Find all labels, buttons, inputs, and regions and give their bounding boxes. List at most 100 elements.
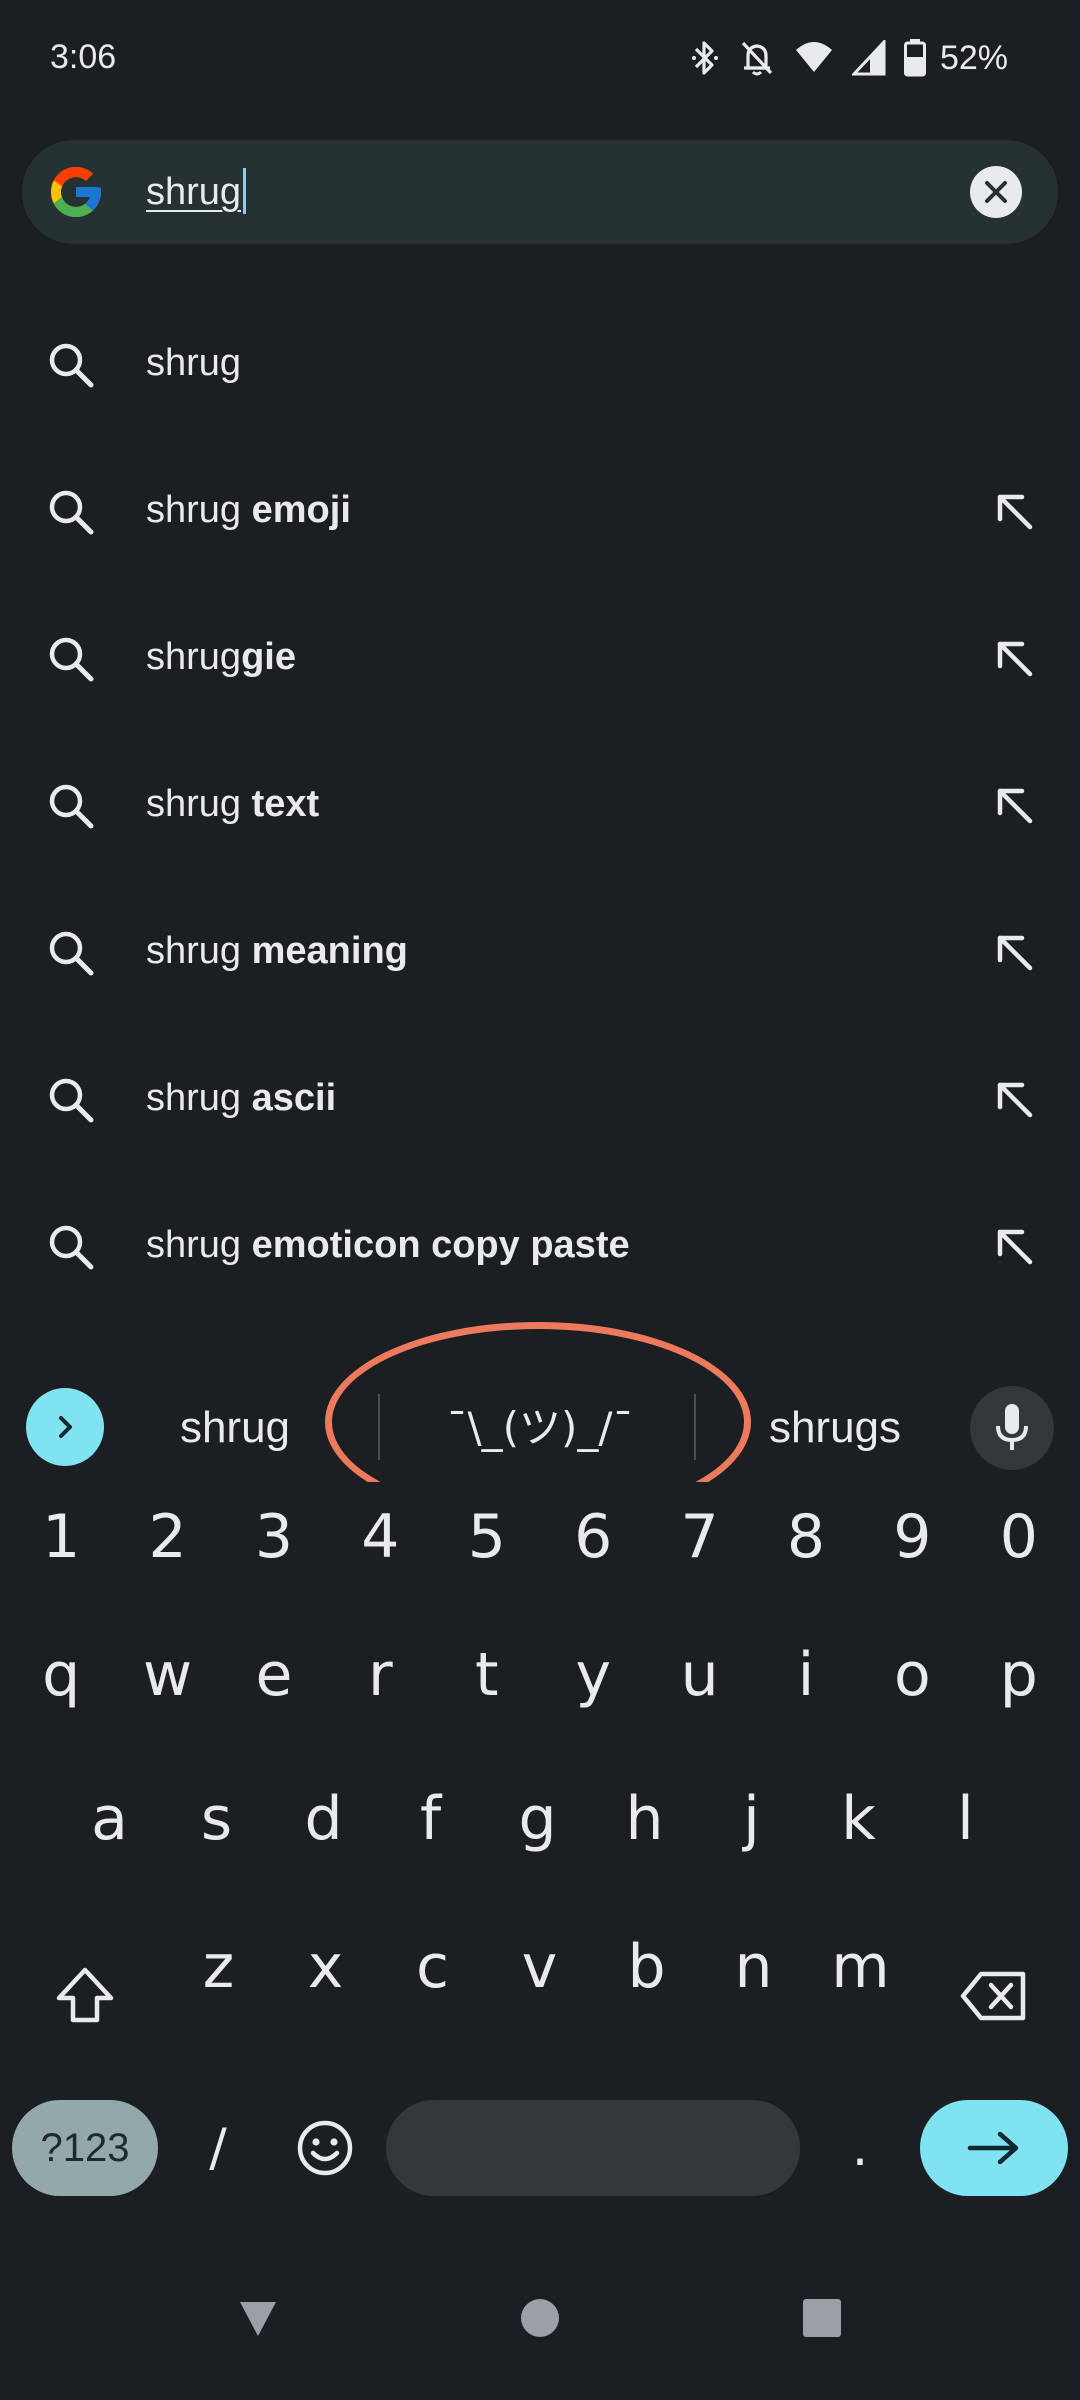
- number-key-0[interactable]: 0: [966, 1482, 1072, 1592]
- letter-key-q[interactable]: q: [8, 1620, 114, 1730]
- symbols-key[interactable]: ?123: [12, 2100, 158, 2196]
- letter-key-d[interactable]: d: [270, 1764, 377, 1874]
- letter-key-f[interactable]: f: [377, 1764, 484, 1874]
- slash-key[interactable]: /: [178, 2100, 258, 2196]
- letter-key-n[interactable]: n: [700, 1912, 807, 2022]
- period-key[interactable]: .: [820, 2100, 900, 2196]
- fill-query-arrow-icon[interactable]: [988, 632, 1040, 684]
- suggestion-word-1[interactable]: shrug: [140, 1402, 330, 1454]
- suggestion-completion: gie: [241, 636, 296, 678]
- number-key-7[interactable]: 7: [646, 1482, 752, 1592]
- letter-key-p[interactable]: p: [966, 1620, 1072, 1730]
- google-g-logo: [51, 167, 101, 217]
- suggestion-completion: meaning: [251, 930, 408, 972]
- back-button[interactable]: [226, 2286, 290, 2350]
- backspace-key[interactable]: [948, 1948, 1040, 2044]
- wifi-icon: [795, 42, 832, 72]
- suggestion-completion: ascii: [251, 1077, 337, 1119]
- letter-key-y[interactable]: y: [540, 1620, 646, 1730]
- search-icon: [46, 487, 96, 537]
- microphone-icon: [996, 1404, 1028, 1450]
- letter-key-o[interactable]: o: [859, 1620, 965, 1730]
- letter-key-b[interactable]: b: [593, 1912, 700, 2022]
- suggestion-completion: emoticon copy paste: [251, 1224, 630, 1266]
- bluetooth-icon: [691, 41, 718, 75]
- letter-key-i[interactable]: i: [753, 1620, 859, 1730]
- letter-key-g[interactable]: g: [484, 1764, 591, 1874]
- shift-key[interactable]: [40, 1948, 130, 2044]
- suggestion-row[interactable]: shruggie: [0, 584, 1080, 730]
- keyboard-suggestion-strip: shrug ¯\_(ツ)_/¯ shrugs: [0, 1372, 1080, 1482]
- suggestion-prefix: shrug: [146, 930, 252, 972]
- suggestion-text: shrug emoticon copy paste: [146, 1222, 630, 1268]
- number-key-3[interactable]: 3: [221, 1482, 327, 1592]
- suggestion-completion: emoji: [251, 489, 351, 531]
- keyboard: ?123 / . 1234567890 qwertyuiop asdfghjkl zx…: [0, 1482, 1080, 2202]
- suggestion-row[interactable]: shrug meaning: [0, 878, 1080, 1024]
- letter-key-j[interactable]: j: [698, 1764, 805, 1874]
- number-key-6[interactable]: 6: [540, 1482, 646, 1592]
- suggestion-text: shrug emoji: [146, 487, 351, 533]
- letter-key-r[interactable]: r: [327, 1620, 433, 1730]
- suggestion-row[interactable]: shrug emoticon copy paste: [0, 1172, 1080, 1318]
- search-bar[interactable]: shrug: [22, 140, 1058, 244]
- suggestion-row[interactable]: shrug emoji: [0, 437, 1080, 583]
- suggestion-text: shrug text: [146, 781, 319, 827]
- letter-key-l[interactable]: l: [912, 1764, 1019, 1874]
- suggestion-row[interactable]: shrug ascii: [0, 1025, 1080, 1171]
- letter-key-u[interactable]: u: [646, 1620, 752, 1730]
- search-icon: [46, 781, 96, 831]
- number-key-4[interactable]: 4: [327, 1482, 433, 1592]
- enter-key[interactable]: [920, 2100, 1068, 2196]
- shift-icon: [56, 1967, 114, 2023]
- expand-toolbar-button[interactable]: [26, 1388, 104, 1466]
- letter-key-v[interactable]: v: [486, 1912, 593, 2022]
- suggestion-row[interactable]: shrug: [0, 290, 1080, 436]
- search-icon: [46, 634, 96, 684]
- fill-query-arrow-icon[interactable]: [988, 485, 1040, 537]
- letter-key-e[interactable]: e: [221, 1620, 327, 1730]
- number-key-5[interactable]: 5: [434, 1482, 540, 1592]
- clear-search-button[interactable]: [970, 166, 1022, 218]
- suggestion-prefix: shrug: [146, 489, 252, 531]
- letter-key-h[interactable]: h: [591, 1764, 698, 1874]
- letter-key-a[interactable]: a: [56, 1764, 163, 1874]
- suggestion-word-2[interactable]: ¯\_(ツ)_/¯: [390, 1402, 690, 1454]
- letter-key-k[interactable]: k: [805, 1764, 912, 1874]
- battery-icon: [903, 39, 926, 77]
- space-key[interactable]: [386, 2100, 800, 2196]
- number-key-9[interactable]: 9: [859, 1482, 965, 1592]
- suggestion-word-3[interactable]: shrugs: [740, 1402, 930, 1454]
- letter-key-w[interactable]: w: [114, 1620, 220, 1730]
- letter-key-m[interactable]: m: [807, 1912, 914, 2022]
- letter-key-t[interactable]: t: [434, 1620, 540, 1730]
- suggestion-prefix: shrug: [146, 342, 242, 384]
- search-query: shrug: [146, 171, 242, 213]
- suggestion-row[interactable]: shrug gif: [0, 1319, 1080, 1372]
- home-button[interactable]: [508, 2286, 572, 2350]
- letter-key-c[interactable]: c: [379, 1912, 486, 2022]
- emoji-key[interactable]: [280, 2100, 370, 2196]
- letter-key-z[interactable]: z: [165, 1912, 272, 2022]
- search-icon: [46, 1222, 96, 1272]
- voice-input-button[interactable]: [970, 1386, 1054, 1470]
- suggestion-text: shrug: [146, 340, 241, 386]
- number-key-8[interactable]: 8: [753, 1482, 859, 1592]
- number-key-2[interactable]: 2: [114, 1482, 220, 1592]
- recents-button[interactable]: [790, 2286, 854, 2350]
- fill-query-arrow-icon[interactable]: [988, 926, 1040, 978]
- home-circle-icon: [521, 2299, 559, 2337]
- suggestion-prefix: shrug: [146, 636, 242, 678]
- fill-query-arrow-icon[interactable]: [988, 1220, 1040, 1272]
- emoji-icon: [297, 2120, 353, 2176]
- fill-query-arrow-icon[interactable]: [988, 1073, 1040, 1125]
- suggestions-list: shrug shrug emoji shruggie shrug text shrug …: [0, 290, 1080, 1372]
- letter-key-x[interactable]: x: [272, 1912, 379, 2022]
- number-key-1[interactable]: 1: [8, 1482, 114, 1592]
- fill-query-arrow-icon[interactable]: [988, 779, 1040, 831]
- close-icon: [985, 181, 1007, 203]
- suggestion-row[interactable]: shrug text: [0, 731, 1080, 877]
- search-input[interactable]: shrug: [146, 162, 966, 222]
- back-triangle-icon: [240, 2302, 276, 2336]
- letter-key-s[interactable]: s: [163, 1764, 270, 1874]
